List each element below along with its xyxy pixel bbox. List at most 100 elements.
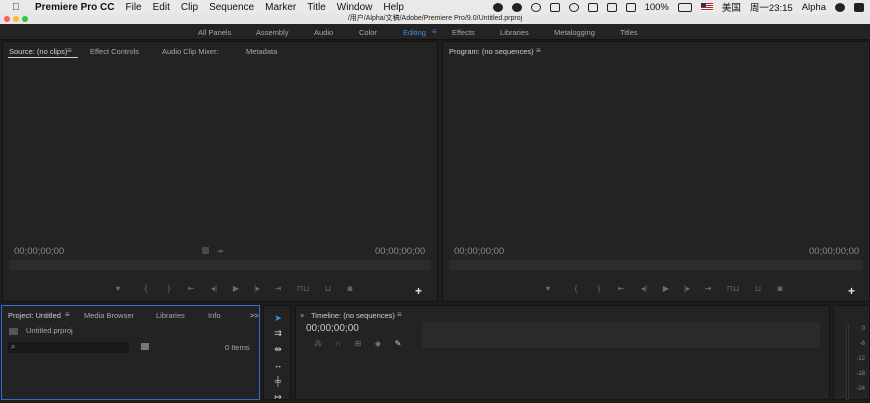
project-search-input[interactable]: ⌕: [8, 342, 129, 353]
workspace-all-panels[interactable]: All Panels: [198, 28, 231, 37]
tab-audio-clip-mixer[interactable]: Audio Clip Mixer:: [162, 47, 219, 56]
overwrite-icon[interactable]: ⊔: [317, 284, 339, 293]
input-language[interactable]: 美国: [722, 0, 741, 14]
workspace-libraries[interactable]: Libraries: [500, 28, 529, 37]
eye-icon[interactable]: [530, 2, 541, 12]
tab-effect-controls[interactable]: Effect Controls: [90, 47, 139, 56]
workspace-menu-icon[interactable]: ≡: [432, 27, 437, 36]
button-editor-plus-icon[interactable]: +: [415, 284, 422, 298]
menu-sequence[interactable]: Sequence: [209, 2, 254, 13]
step-back-icon[interactable]: ◂|: [203, 284, 225, 293]
workspace-assembly[interactable]: Assembly: [256, 28, 289, 37]
mark-in-icon[interactable]: {: [563, 284, 589, 293]
tab-metadata[interactable]: Metadata: [246, 47, 277, 56]
menu-title[interactable]: Title: [307, 2, 326, 13]
export-frame-icon[interactable]: ◙: [769, 284, 791, 293]
workspace-color[interactable]: Color: [359, 28, 377, 37]
battery-icon[interactable]: [677, 2, 692, 12]
razor-tool-icon[interactable]: ╪: [271, 376, 285, 387]
clock[interactable]: 周一23:15: [750, 0, 793, 14]
add-marker-icon[interactable]: ◆: [368, 339, 388, 348]
export-frame-icon[interactable]: ◙: [339, 284, 361, 293]
go-to-in-icon[interactable]: ⇤: [179, 284, 203, 293]
safe-margins-icon[interactable]: [202, 247, 209, 254]
button-editor-plus-icon[interactable]: +: [848, 284, 855, 298]
new-bin-from-search-icon[interactable]: [141, 343, 149, 350]
tab-timeline[interactable]: Timeline: (no sequences): [311, 311, 395, 320]
app-menu[interactable]: Premiere Pro CC: [35, 2, 114, 13]
workspace-audio[interactable]: Audio: [314, 28, 333, 37]
slip-tool-icon[interactable]: ↦: [271, 392, 285, 403]
volume-icon[interactable]: [625, 2, 636, 12]
timeline-settings-wrench-icon[interactable]: ✎: [388, 339, 408, 348]
play-icon[interactable]: ▶: [655, 284, 677, 293]
program-scrub-bar[interactable]: [449, 260, 863, 270]
timeline-timecode[interactable]: 00;00;00;00: [306, 323, 359, 334]
step-forward-icon[interactable]: |▸: [677, 284, 697, 293]
nest-sequence-icon[interactable]: ⁂: [308, 339, 328, 348]
timeline-panel-menu-icon[interactable]: ≡: [397, 310, 402, 319]
apple-menu-icon[interactable]: : [12, 2, 26, 13]
workspace-effects[interactable]: Effects: [452, 28, 475, 37]
spotlight-icon[interactable]: [835, 2, 845, 12]
menu-window[interactable]: Window: [337, 2, 373, 13]
close-window-icon[interactable]: [4, 16, 10, 22]
more-tabs-icon[interactable]: >>: [250, 311, 259, 320]
track-select-tool-icon[interactable]: ⇉: [271, 328, 285, 339]
mark-out-icon[interactable]: }: [589, 284, 609, 293]
source-panel-menu-icon[interactable]: ≡: [67, 46, 72, 55]
ripple-edit-tool-icon[interactable]: ⇹: [271, 344, 285, 355]
tab-libraries[interactable]: Libraries: [156, 311, 185, 320]
audio-meters-panel: 0 -6 -12 -18 -24: [833, 305, 870, 400]
time-machine-icon[interactable]: [568, 2, 579, 12]
step-back-icon[interactable]: ◂|: [633, 284, 655, 293]
lift-icon[interactable]: ⊓⊔: [719, 284, 747, 293]
tab-program[interactable]: Program: (no sequences): [449, 47, 534, 56]
go-to-out-icon[interactable]: ⇥: [267, 284, 289, 293]
mark-in-icon[interactable]: {: [133, 284, 159, 293]
timeline-ruler[interactable]: [422, 322, 820, 348]
tab-project[interactable]: Project: Untitled: [8, 311, 61, 320]
mark-out-icon[interactable]: }: [159, 284, 179, 293]
menu-edit[interactable]: Edit: [153, 2, 170, 13]
linked-selection-icon[interactable]: ⊞: [348, 339, 368, 348]
go-to-out-icon[interactable]: ⇥: [697, 284, 719, 293]
airplay-icon[interactable]: [606, 2, 617, 12]
wifi-icon[interactable]: [587, 2, 598, 12]
program-panel-menu-icon[interactable]: ≡: [536, 46, 541, 55]
step-forward-icon[interactable]: |▸: [247, 284, 267, 293]
fit-icon[interactable]: ◂▸: [217, 247, 224, 255]
menu-marker[interactable]: Marker: [265, 2, 296, 13]
timeline-close-icon[interactable]: ×: [300, 311, 304, 320]
selection-tool-icon[interactable]: ➤: [271, 313, 285, 324]
project-panel-menu-icon[interactable]: ≡: [65, 310, 70, 319]
add-marker-icon[interactable]: ♥: [103, 284, 133, 293]
tab-media-browser[interactable]: Media Browser: [84, 311, 134, 320]
add-marker-icon[interactable]: ♥: [533, 284, 563, 293]
menu-file[interactable]: File: [125, 2, 141, 13]
qq-icon-2[interactable]: [511, 2, 522, 12]
menu-clip[interactable]: Clip: [181, 2, 198, 13]
tab-info[interactable]: Info: [208, 311, 221, 320]
notification-center-icon[interactable]: [854, 2, 864, 12]
minimize-window-icon[interactable]: [13, 16, 19, 22]
source-scrub-bar[interactable]: [9, 260, 431, 270]
zoom-window-icon[interactable]: [22, 16, 28, 22]
workspace-titles[interactable]: Titles: [620, 28, 638, 37]
workspace-metalogging[interactable]: Metalogging: [554, 28, 595, 37]
play-icon[interactable]: ▶: [225, 284, 247, 293]
insert-icon[interactable]: ⊓⊔: [289, 284, 317, 293]
extract-icon[interactable]: ⊔: [747, 284, 769, 293]
rate-stretch-tool-icon[interactable]: ↔: [271, 360, 285, 371]
user-name[interactable]: Alpha: [802, 2, 826, 13]
cloud-icon[interactable]: [549, 2, 560, 12]
snap-icon[interactable]: ∩: [328, 339, 348, 348]
go-to-in-icon[interactable]: ⇤: [609, 284, 633, 293]
qq-icon[interactable]: [492, 2, 503, 12]
source-playhead-timecode[interactable]: 00;00;00;00: [14, 246, 64, 257]
program-playhead-timecode[interactable]: 00;00;00;00: [454, 246, 504, 257]
source-monitor-panel: Source: (no clips) ≡ Effect Controls Aud…: [2, 41, 438, 302]
workspace-editing[interactable]: Editing: [403, 28, 426, 37]
tab-source[interactable]: Source: (no clips): [9, 47, 67, 56]
menu-help[interactable]: Help: [383, 2, 404, 13]
